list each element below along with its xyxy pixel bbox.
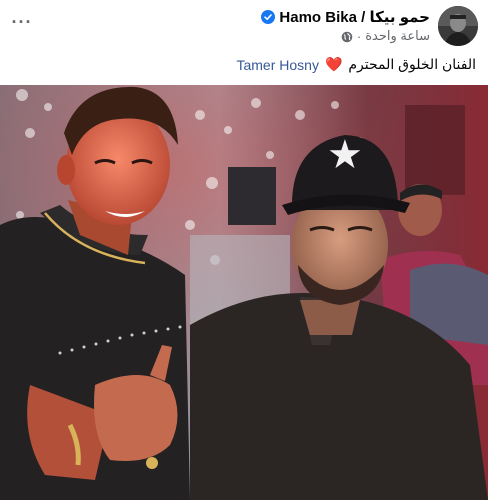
post-photo[interactable]: ★: [0, 85, 488, 500]
meta-separator: ·: [356, 28, 362, 44]
verified-badge-icon: [261, 10, 276, 24]
post-meta: ساعة واحدة ·: [341, 28, 430, 44]
post-header: ··· Hamo Bika / حمو بيكا ساعة واحدة ·: [0, 0, 488, 50]
heart-icon: ❤️: [324, 56, 343, 72]
author-avatar[interactable]: [438, 6, 478, 46]
mention-link[interactable]: Tamer Hosny: [236, 57, 318, 73]
globe-icon[interactable]: [341, 30, 353, 43]
author-line: Hamo Bika / حمو بيكا: [261, 8, 430, 26]
more-options-icon: ···: [11, 11, 33, 32]
post-caption: الفنان الخلوق المحترم ❤️ Tamer Hosny: [236, 56, 476, 73]
caption-text: الفنان الخلوق المحترم: [348, 56, 476, 72]
post-options-button[interactable]: ···: [10, 10, 34, 34]
star-icon: ★: [327, 132, 363, 178]
post-timestamp[interactable]: ساعة واحدة: [365, 28, 430, 44]
author-name[interactable]: Hamo Bika / حمو بيكا: [279, 8, 430, 26]
